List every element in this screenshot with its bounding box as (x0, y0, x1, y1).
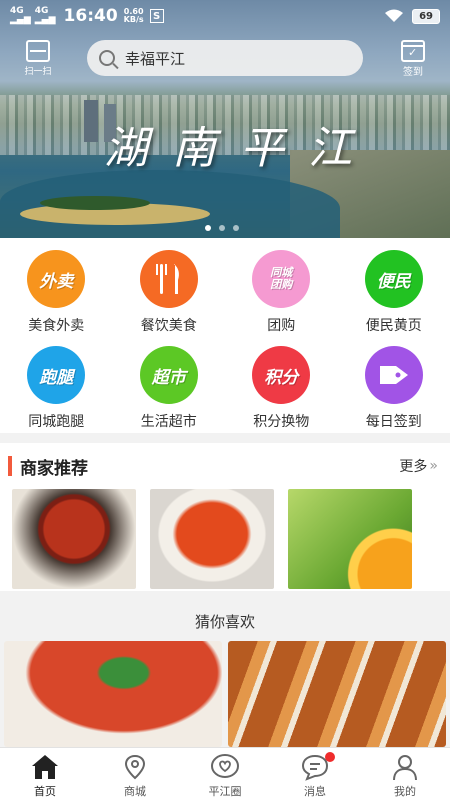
calendar-check-icon (401, 40, 425, 62)
category-supermarket[interactable]: 超市 生活超市 (113, 346, 226, 442)
chevron-right-icon: » (429, 458, 438, 474)
battery-icon: 69 (412, 8, 440, 24)
category-label: 同城跑腿 (28, 414, 85, 430)
clock: 16:40 (63, 6, 118, 26)
app-screen: 湖南平江 4G ▂▄▆ 4G ▂▄▆ 16:40 0.60 KB/s S 69 扫一扫… (0, 0, 450, 800)
banner-island-trees (40, 196, 150, 210)
category-label: 美食外卖 (28, 318, 85, 334)
scan-button[interactable]: 扫一扫 (18, 38, 58, 80)
wifi-icon (385, 9, 404, 22)
category-group-buy[interactable]: 同城团购 团购 (225, 250, 338, 346)
sign-in-button[interactable]: 签到 (395, 38, 431, 80)
category-label: 每日签到 (365, 414, 422, 430)
category-errand[interactable]: 跑腿 同城跑腿 (0, 346, 113, 442)
carousel-dot-active (205, 225, 211, 231)
scan-icon (26, 40, 50, 62)
points-icon: 积分 (252, 346, 311, 404)
search-placeholder: 幸福平江 (125, 49, 186, 68)
merchant-list (0, 489, 450, 589)
recommend-card-dish[interactable] (4, 641, 222, 747)
section-title: 商家推荐 (20, 458, 88, 479)
nav-mall[interactable]: 商城 (90, 748, 180, 800)
unread-badge (325, 752, 335, 762)
carousel-dot (233, 225, 239, 231)
category-daily-checkin[interactable]: 每日签到 (338, 346, 450, 442)
nav-label: 我的 (394, 785, 416, 798)
supermarket-icon: 超市 (139, 346, 198, 404)
notification-s-icon: S (149, 9, 164, 23)
category-takeaway[interactable]: 外卖 美食外卖 (0, 250, 113, 346)
category-label: 便民黄页 (365, 318, 422, 334)
group-buy-icon: 同城团购 (252, 250, 311, 308)
sign-in-label: 签到 (403, 67, 423, 78)
nav-profile[interactable]: 我的 (360, 748, 450, 800)
scan-label: 扫一扫 (24, 67, 52, 77)
merchant-card-fruit[interactable] (288, 489, 412, 589)
fork-knife-icon (139, 250, 198, 308)
signal-4g-hd-icon: 4G ▂▄▆ (34, 6, 56, 25)
category-yellow-pages[interactable]: 便民 便民黄页 (338, 250, 450, 346)
more-link[interactable]: 更多 (399, 456, 427, 476)
user-icon (389, 752, 421, 782)
nav-label: 首页 (34, 785, 56, 798)
top-bar: 扫一扫 幸福平江 签到 (0, 38, 450, 80)
signal-4g-icon: 4G ▂▄▆ (10, 6, 31, 25)
takeaway-icon: 外卖 (27, 250, 86, 308)
recommend-card-snack[interactable] (228, 641, 446, 747)
nav-label: 消息 (304, 785, 326, 798)
category-grid: 外卖 美食外卖 餐饮美食 同城团购 团购 便民 便民黄页 跑腿 同城跑腿 超市 … (0, 238, 450, 433)
banner-tower (84, 100, 98, 142)
category-label: 餐饮美食 (140, 318, 197, 334)
carousel-dot (219, 225, 225, 231)
bottom-nav: 首页 商城 平江圈 消息 我的 (0, 747, 450, 800)
nav-label: 平江圈 (208, 785, 242, 798)
section-accent-bar (8, 456, 12, 476)
convenience-icon: 便民 (364, 250, 423, 308)
merchant-recommend-section: 商家推荐 更多 » (0, 443, 450, 591)
guess-you-like-header: 猜你喜欢 (0, 601, 450, 641)
search-input[interactable]: 幸福平江 (87, 40, 363, 76)
banner-carousel[interactable]: 湖南平江 (0, 0, 450, 238)
category-dining[interactable]: 餐饮美食 (113, 250, 226, 346)
nav-pingjiang-circle[interactable]: 平江圈 (180, 748, 270, 800)
merchant-card-hotpot[interactable] (12, 489, 136, 589)
category-label: 积分换物 (253, 414, 310, 430)
nav-home[interactable]: 首页 (0, 748, 90, 800)
carousel-indicator (205, 225, 239, 231)
tag-icon (364, 346, 423, 404)
nav-messages[interactable]: 消息 (270, 748, 360, 800)
network-speed: 0.60 KB/s (123, 7, 144, 24)
section-header: 商家推荐 更多 » (0, 443, 450, 489)
errand-icon: 跑腿 (27, 346, 86, 404)
home-icon (29, 752, 61, 782)
heart-chat-icon (209, 752, 241, 782)
category-points-exchange[interactable]: 积分 积分换物 (225, 346, 338, 442)
merchant-card-spicy-fish[interactable] (150, 489, 274, 589)
banner-title: 湖南平江 (104, 123, 376, 174)
status-bar: 4G ▂▄▆ 4G ▂▄▆ 16:40 0.60 KB/s S 69 (0, 0, 450, 32)
guess-you-like-list (0, 641, 450, 747)
nav-label: 商城 (124, 785, 146, 798)
category-label: 生活超市 (140, 414, 197, 430)
search-icon (99, 50, 115, 66)
location-pin-icon (119, 752, 151, 782)
category-label: 团购 (267, 318, 296, 334)
